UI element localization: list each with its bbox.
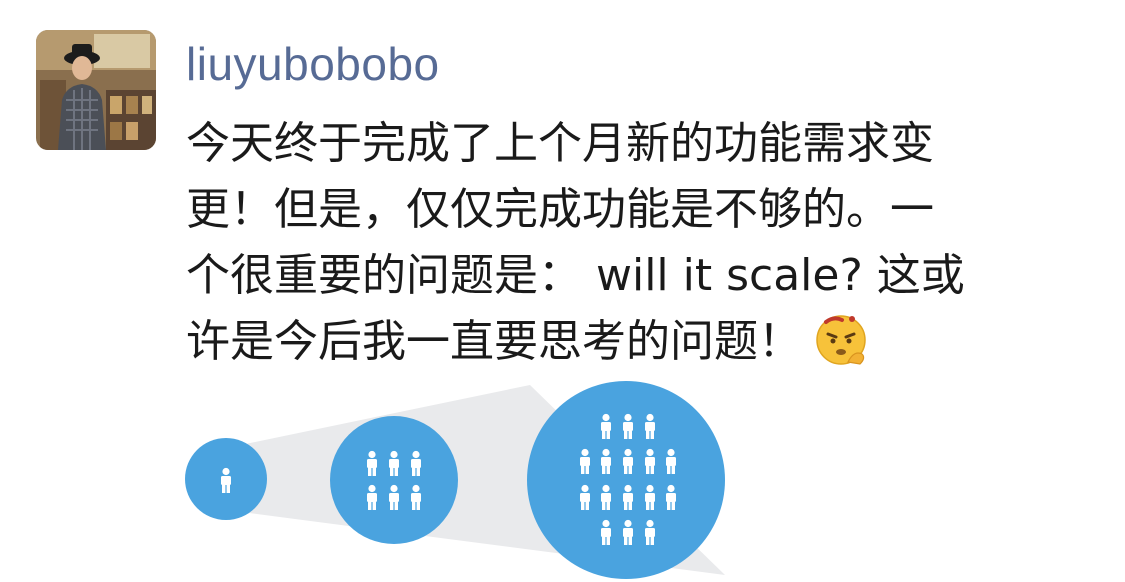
thinking-face-emoji-icon xyxy=(814,312,868,366)
post-text-line-content: 许是今后我一直要思考的问题！ xyxy=(186,316,802,367)
scale-illustration-graphic xyxy=(185,381,725,579)
scale-illustration xyxy=(180,380,740,580)
avatar[interactable] xyxy=(36,30,156,150)
large-user-group xyxy=(527,381,725,579)
post-text-line: 更！但是，仅仅完成功能是不够的。一 xyxy=(186,184,934,235)
post-text: 今天终于完成了上个月新的功能需求变 更！但是，仅仅完成功能是不够的。一 个很重要… xyxy=(186,111,1086,375)
post-text-line: 今天终于完成了上个月新的功能需求变 xyxy=(186,118,934,169)
user-photo-avatar-icon xyxy=(36,30,156,150)
post-text-line: 个很重要的问题是： will it scale? 这或 xyxy=(186,250,965,301)
author-name[interactable]: liuyubobobo xyxy=(186,36,440,92)
moment-post: liuyubobobo 今天终于完成了上个月新的功能需求变 更！但是，仅仅完成功… xyxy=(0,0,1125,582)
small-user-group xyxy=(185,438,267,520)
medium-user-group xyxy=(330,416,458,544)
post-text-line: 许是今后我一直要思考的问题！ xyxy=(186,309,1086,375)
